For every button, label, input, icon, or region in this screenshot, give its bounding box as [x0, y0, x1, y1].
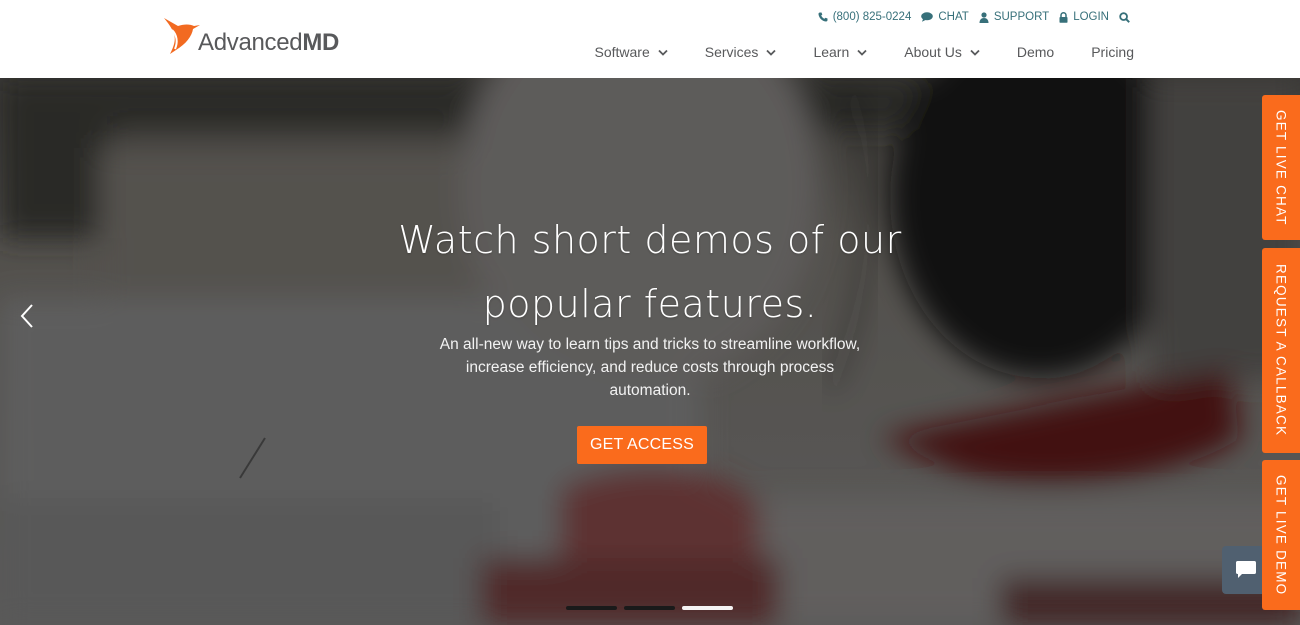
- login-link[interactable]: LOGIN: [1059, 11, 1109, 23]
- phone-icon: [818, 12, 828, 22]
- carousel-dot-2[interactable]: [624, 606, 675, 610]
- chat-icon: [921, 12, 934, 22]
- chat-label: CHAT: [938, 11, 969, 23]
- user-icon: [979, 11, 989, 23]
- search-icon: [1119, 11, 1130, 23]
- logo-wordmark: AdvancedMD: [198, 29, 340, 56]
- request-callback-tab[interactable]: REQUEST A CALLBACK: [1262, 248, 1300, 453]
- hero-title: Watch short demos of our popular feature…: [0, 208, 1300, 336]
- hummingbird-logo-icon: [164, 18, 200, 54]
- nav-pricing-label: Pricing: [1091, 44, 1134, 60]
- chevron-down-icon: [970, 49, 980, 56]
- nav-software[interactable]: Software: [595, 44, 668, 60]
- get-live-chat-tab[interactable]: GET LIVE CHAT: [1262, 95, 1300, 240]
- nav-learn[interactable]: Learn: [813, 44, 867, 60]
- chat-link[interactable]: CHAT: [921, 11, 969, 23]
- hero-subtitle-line: increase efficiency, and reduce costs th…: [465, 359, 835, 376]
- nav-demo-label: Demo: [1016, 44, 1055, 60]
- utility-bar: (800) 825-0224 CHAT SUPPORT LOGIN: [818, 11, 1130, 23]
- hero-carousel: Watch short demos of our popular feature…: [0, 78, 1300, 625]
- carousel-prev-button[interactable]: [18, 302, 38, 330]
- hero-subtitle: An all-new way to learn tips and tricks …: [0, 333, 1300, 402]
- chevron-down-icon: [766, 49, 777, 56]
- nav-about-us-label: About Us: [904, 44, 962, 60]
- nav-services[interactable]: Services: [705, 44, 777, 60]
- carousel-indicators: [566, 606, 733, 610]
- nav-pricing[interactable]: Pricing: [1091, 44, 1134, 60]
- main-nav: Software Services Learn About Us Demo Pr…: [595, 44, 1135, 60]
- nav-software-label: Software: [594, 44, 650, 60]
- get-live-demo-label: GET LIVE DEMO: [1273, 474, 1289, 596]
- get-live-chat-label: GET LIVE CHAT: [1273, 109, 1289, 226]
- chat-bubble-icon: [1236, 561, 1256, 578]
- nav-learn-label: Learn: [813, 44, 850, 60]
- carousel-dot-3[interactable]: [682, 606, 733, 610]
- chevron-down-icon: [857, 49, 867, 56]
- get-live-demo-tab[interactable]: GET LIVE DEMO: [1262, 460, 1300, 610]
- nav-demo[interactable]: Demo: [1017, 44, 1054, 60]
- carousel-dot-1[interactable]: [566, 606, 617, 610]
- get-access-button[interactable]: GET ACCESS: [577, 426, 707, 464]
- chevron-down-icon: [658, 49, 668, 56]
- hero-subtitle-line: An all-new way to learn tips and tricks …: [439, 336, 861, 353]
- nav-about-us[interactable]: About Us: [904, 44, 980, 60]
- hero-title-line: Watch short demos of our: [398, 218, 902, 262]
- support-label: SUPPORT: [993, 11, 1050, 23]
- advancedmd-logo[interactable]: AdvancedMD: [162, 14, 339, 56]
- search-button[interactable]: [1119, 11, 1130, 23]
- phone-link[interactable]: (800) 825-0224: [818, 11, 912, 23]
- site-header: AdvancedMD (800) 825-0224 CHAT SUPPORT L…: [0, 0, 1300, 78]
- nav-services-label: Services: [704, 44, 759, 60]
- lock-icon: [1059, 11, 1068, 23]
- support-link[interactable]: SUPPORT: [979, 11, 1049, 23]
- phone-number: (800) 825-0224: [832, 11, 912, 23]
- hero-subtitle-line: automation.: [609, 382, 691, 399]
- chevron-left-icon: [20, 304, 33, 328]
- request-callback-label: REQUEST A CALLBACK: [1273, 264, 1289, 437]
- hero-title-line: popular features.: [482, 282, 818, 326]
- login-label: LOGIN: [1073, 11, 1109, 23]
